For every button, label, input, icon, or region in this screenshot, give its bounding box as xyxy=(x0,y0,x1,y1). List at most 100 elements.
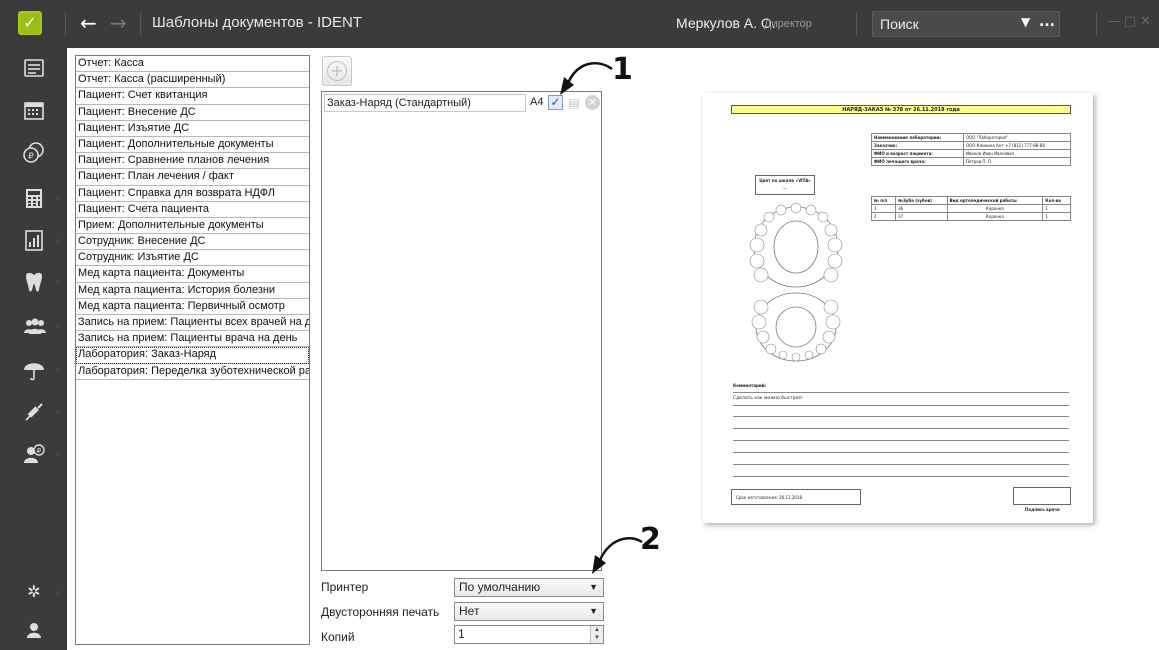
list-item[interactable]: Пациент: Дополнительные документы xyxy=(76,137,309,154)
comment-label: Комментарий: xyxy=(733,383,767,388)
comment-text: Сделать как можно быстрее! xyxy=(733,396,803,401)
table-cell: ООО "Лаборатория" xyxy=(962,133,1072,142)
add-template-button[interactable]: + xyxy=(322,56,352,86)
table-cell: ФИО лечащего врача: xyxy=(871,157,964,166)
table-cell: 1 xyxy=(870,204,897,213)
sidebar: ₽ › › › › › › ₽ › ✲ › xyxy=(0,48,67,650)
expand-arrow-icon: › xyxy=(56,278,60,288)
template-name[interactable]: Заказ-Наряд (Стандартный) xyxy=(324,94,526,112)
search-more-button[interactable]: ... xyxy=(1039,14,1055,30)
table-header: № п/п xyxy=(870,196,897,205)
list-item[interactable]: Пациент: Счет квитанция xyxy=(76,88,309,105)
settings-icon[interactable]: ✲ xyxy=(22,580,46,604)
user-money-icon[interactable]: ₽ xyxy=(22,442,46,466)
search-input[interactable]: Поиск xyxy=(880,16,919,32)
expand-arrow-icon: › xyxy=(56,366,60,376)
user-role: Директор xyxy=(764,18,812,30)
table-cell: Заказчик: xyxy=(871,141,964,150)
umbrella-icon[interactable] xyxy=(22,358,46,382)
table-cell: Петров П. П. xyxy=(962,157,1072,166)
list-item[interactable]: Пациент: Изъятие ДС xyxy=(76,121,309,137)
calculator-icon[interactable] xyxy=(22,186,46,210)
user-name[interactable]: Меркулов А. О. xyxy=(676,15,776,31)
printer-value: По умолчанию xyxy=(459,580,541,594)
list-item[interactable]: Сотрудник: Изъятие ДС xyxy=(76,250,309,267)
template-list[interactable]: Заказ-Наряд (Стандартный) A4 ✓ ▤ ✕ xyxy=(321,91,602,571)
dropdown-arrow-icon: ▼ xyxy=(589,606,598,616)
dropdown-arrow-icon: ▼ xyxy=(589,582,598,592)
title-bar: ✓ ← → Шаблоны документов - IDENT Меркуло… xyxy=(0,0,1159,48)
divider xyxy=(733,392,1069,393)
template-format: A4 xyxy=(530,96,544,108)
shade-label: Цвет по шкале «VITA» xyxy=(759,178,811,183)
list-item[interactable]: Отчет: Касса xyxy=(76,56,309,73)
dental-chart xyxy=(749,202,843,362)
table-cell: 37 xyxy=(895,212,948,221)
list-item[interactable]: Пациент: Внесение ДС xyxy=(76,105,309,121)
list-item[interactable]: Запись на прием: Пациенты всех врачей на… xyxy=(76,315,309,332)
divider xyxy=(733,476,1069,477)
syringe-icon[interactable] xyxy=(22,400,46,424)
divider xyxy=(65,12,66,36)
annotation-number-2: 2 xyxy=(640,522,661,557)
term-box: Срок изготовления: 26.11.2018 xyxy=(731,489,861,505)
list-item[interactable]: Мед карта пациента: История болезни xyxy=(76,283,309,299)
expand-arrow-icon: › xyxy=(56,450,60,460)
work-table: № п/п №Зуба (зубов) Вид ортопедической р… xyxy=(870,196,1071,221)
list-item[interactable]: Пациент: Счета пациента xyxy=(76,202,309,218)
table-header: №Зуба (зубов) xyxy=(895,196,948,205)
stepper-buttons[interactable]: ▲ ▼ xyxy=(590,626,603,643)
divider xyxy=(856,12,857,36)
list-item[interactable]: Мед карта пациента: Первичный осмотр xyxy=(76,299,309,315)
user-icon[interactable] xyxy=(22,618,46,642)
duplex-value: Нет xyxy=(459,604,480,618)
table-cell: 1 xyxy=(1042,212,1071,221)
chevron-down-icon[interactable]: ▼ xyxy=(1021,15,1030,29)
close-icon[interactable]: ✕ xyxy=(1140,14,1151,29)
duplex-select[interactable]: Нет ▼ xyxy=(454,602,604,621)
expand-arrow-icon: › xyxy=(56,588,60,598)
tooth-icon[interactable] xyxy=(22,270,46,294)
list-item[interactable]: Мед карта пациента: Документы xyxy=(76,266,309,283)
plus-icon: + xyxy=(327,61,347,81)
svg-text:₽: ₽ xyxy=(28,152,34,162)
duplex-label: Двусторонняя печать xyxy=(321,605,440,619)
shade-box: Цвет по шкале «VITA» — xyxy=(755,175,815,195)
table-cell: Коронка xyxy=(946,212,1044,221)
people-icon[interactable] xyxy=(22,314,46,338)
chart-icon[interactable] xyxy=(22,228,46,252)
divider xyxy=(733,428,1069,429)
app-logo-icon[interactable]: ✓ xyxy=(18,11,42,35)
list-item[interactable]: Лаборатория: Переделка зуботехнической р… xyxy=(76,364,309,380)
list-item[interactable]: Пациент: Справка для возврата НДФЛ xyxy=(76,186,309,202)
printer-select[interactable]: По умолчанию ▼ xyxy=(454,578,604,597)
document-list[interactable]: Отчет: Касса Отчет: Касса (расширенный) … xyxy=(75,55,310,645)
maximize-icon[interactable]: □ xyxy=(1124,14,1136,29)
list-item[interactable]: Прием: Дополнительные документы xyxy=(76,218,309,235)
list-item[interactable]: Отчет: Касса (расширенный) xyxy=(76,72,309,89)
divider xyxy=(140,12,141,36)
list-item[interactable]: Запись на прием: Пациенты врача на день xyxy=(76,331,309,348)
table-cell: ФИО и возраст пациента: xyxy=(871,149,964,158)
copies-stepper[interactable]: 1 ▲ ▼ xyxy=(454,625,604,644)
table-cell: Иванов Иван Иванович xyxy=(962,149,1072,158)
forward-arrow-icon[interactable]: → xyxy=(110,10,127,36)
calendar-icon[interactable] xyxy=(22,98,46,122)
list-icon[interactable] xyxy=(22,56,46,80)
list-item[interactable]: Сотрудник: Внесение ДС xyxy=(76,234,309,251)
expand-arrow-icon: › xyxy=(56,236,60,246)
list-item[interactable]: Пациент: Сравнение планов лечения xyxy=(76,153,309,170)
table-cell: Коронка xyxy=(946,204,1044,213)
shade-value: — xyxy=(783,186,787,191)
list-item-selected[interactable]: Лаборатория: Заказ-Наряд xyxy=(76,347,309,364)
back-arrow-icon[interactable]: ← xyxy=(80,10,97,36)
expand-arrow-icon: › xyxy=(56,194,60,204)
copies-value[interactable]: 1 xyxy=(458,627,465,641)
printer-label: Принтер xyxy=(321,580,369,594)
coins-icon[interactable]: ₽ xyxy=(22,140,46,164)
expand-arrow-icon: › xyxy=(56,408,60,418)
search-box[interactable]: Поиск ▼ ... xyxy=(872,11,1060,37)
list-item[interactable]: Пациент: План лечения / факт xyxy=(76,169,309,186)
minimize-icon[interactable]: — xyxy=(1108,14,1121,29)
annotation-arrow-1 xyxy=(560,61,613,95)
